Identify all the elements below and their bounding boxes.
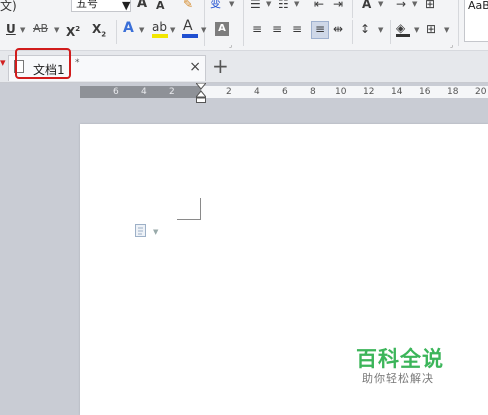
ribbon-toolbar: 文) 五号 ▼ A A ✎ 变 ▼ U ▼ AB ▼ X2 X2 A ▼ ab … [0,0,488,51]
distributed-align-icon[interactable]: ⇹ [333,22,343,36]
watermark-title: 百科全说 [356,347,444,371]
chevron-down-icon[interactable]: ▼ [170,26,175,34]
chevron-down-icon[interactable]: ▼ [294,0,299,8]
chevron-down-icon[interactable]: ▼ [20,26,25,34]
text-direction-icon[interactable]: A [362,0,371,11]
align-right-icon[interactable]: ≡ [292,22,302,36]
font-size-combo[interactable]: 五号 ▼ [71,0,131,12]
pin-indicator-icon: ▾ [0,56,6,69]
indent-marker-icon[interactable] [194,82,208,103]
chevron-down-icon[interactable]: ▼ [378,0,383,8]
styles-gallery[interactable]: AaBl [464,0,488,42]
line-spacing-icon[interactable]: ↕ [360,22,370,36]
character-shading-icon[interactable]: A [215,22,229,36]
superscript-icon[interactable]: X2 [66,22,80,39]
align-center-icon[interactable]: ≡ [272,22,282,36]
shading-color-bar [396,34,410,37]
underline-icon[interactable]: U [6,22,16,36]
table-icon[interactable]: ⊞ [425,0,435,11]
ruler-tick-label: 2 [169,87,175,97]
ruler-tick-label: 18 [447,87,459,97]
chevron-down-icon[interactable]: ▼ [153,228,158,236]
divider [390,20,391,44]
ruler-tick-label: 16 [419,87,431,97]
chevron-down-icon[interactable]: ▼ [414,26,419,34]
chevron-down-icon[interactable]: ▼ [266,0,271,8]
chevron-down-icon[interactable]: ▼ [201,26,206,34]
sort-icon[interactable]: → [396,0,406,11]
ruler-tick-label: 14 [391,87,403,97]
paint-bucket-icon[interactable]: ◈ [396,21,405,35]
divider [352,0,353,18]
borders-icon[interactable]: ⊞ [426,22,436,36]
clear-format-icon[interactable]: ✎ [183,0,193,11]
ruler-tick-label: 4 [254,87,260,97]
chevron-down-icon: ▼ [122,0,131,12]
font-dialog-launcher-icon[interactable]: ⌟ [229,41,232,49]
ruler-tick-label: 6 [113,87,119,97]
chevron-down-icon[interactable]: ▼ [54,26,59,34]
chevron-down-icon[interactable]: ▼ [412,0,417,8]
align-justify-icon[interactable]: ≡ [311,21,329,39]
align-left-icon[interactable]: ≡ [252,22,262,36]
text-effect-icon[interactable]: A [123,21,134,35]
ruler-tick-label: 12 [363,87,375,97]
bullet-list-icon[interactable]: ☰ [250,0,261,11]
grow-font-icon[interactable]: A [137,0,147,11]
increase-indent-icon[interactable]: ⇥ [333,0,343,11]
divider [352,20,353,44]
ruler-tick-label: 6 [282,87,288,97]
chevron-down-icon[interactable]: ▼ [378,26,383,34]
divider [243,0,244,46]
ruler-tick-label: 4 [141,87,147,97]
ruler-tick-label: 20 [475,87,487,97]
shrink-font-icon[interactable]: A [156,0,165,13]
new-tab-plus-icon[interactable]: + [212,55,229,77]
paste-options-icon[interactable] [134,223,148,240]
decrease-indent-icon[interactable]: ⇤ [314,0,324,11]
phonetic-guide-icon[interactable]: 变 [210,0,221,11]
close-icon[interactable]: × [189,59,201,75]
strikethrough-icon[interactable]: AB [33,22,48,36]
font-size-value: 五号 [76,0,98,10]
font-color-bar [182,34,198,38]
ruler-tick-label: 8 [310,87,316,97]
chevron-down-icon[interactable]: ▼ [229,0,234,8]
divider [204,0,205,46]
watermark-subtitle: 助你轻松解决 [362,372,434,385]
margin-corner-mark [177,198,201,220]
ruler-tick-label: 10 [335,87,347,97]
unsaved-marker: * [75,58,80,68]
ruler-tick-label: 2 [226,87,232,97]
highlight-color-bar [152,34,168,38]
chevron-down-icon[interactable]: ▼ [139,26,144,34]
subscript-icon[interactable]: X2 [92,22,106,41]
numbered-list-icon[interactable]: ☷ [278,0,289,11]
divider [116,20,117,44]
style-preview: AaBl [468,0,488,12]
highlight-color-icon[interactable]: ab [152,20,167,34]
divider [458,0,459,46]
font-color-icon[interactable]: A [183,19,193,33]
chevron-down-icon[interactable]: ▼ [444,26,449,34]
paragraph-dialog-launcher-icon[interactable]: ⌟ [450,41,453,49]
font-name-combo[interactable]: 文) [0,0,17,14]
highlight-annotation [15,48,71,79]
